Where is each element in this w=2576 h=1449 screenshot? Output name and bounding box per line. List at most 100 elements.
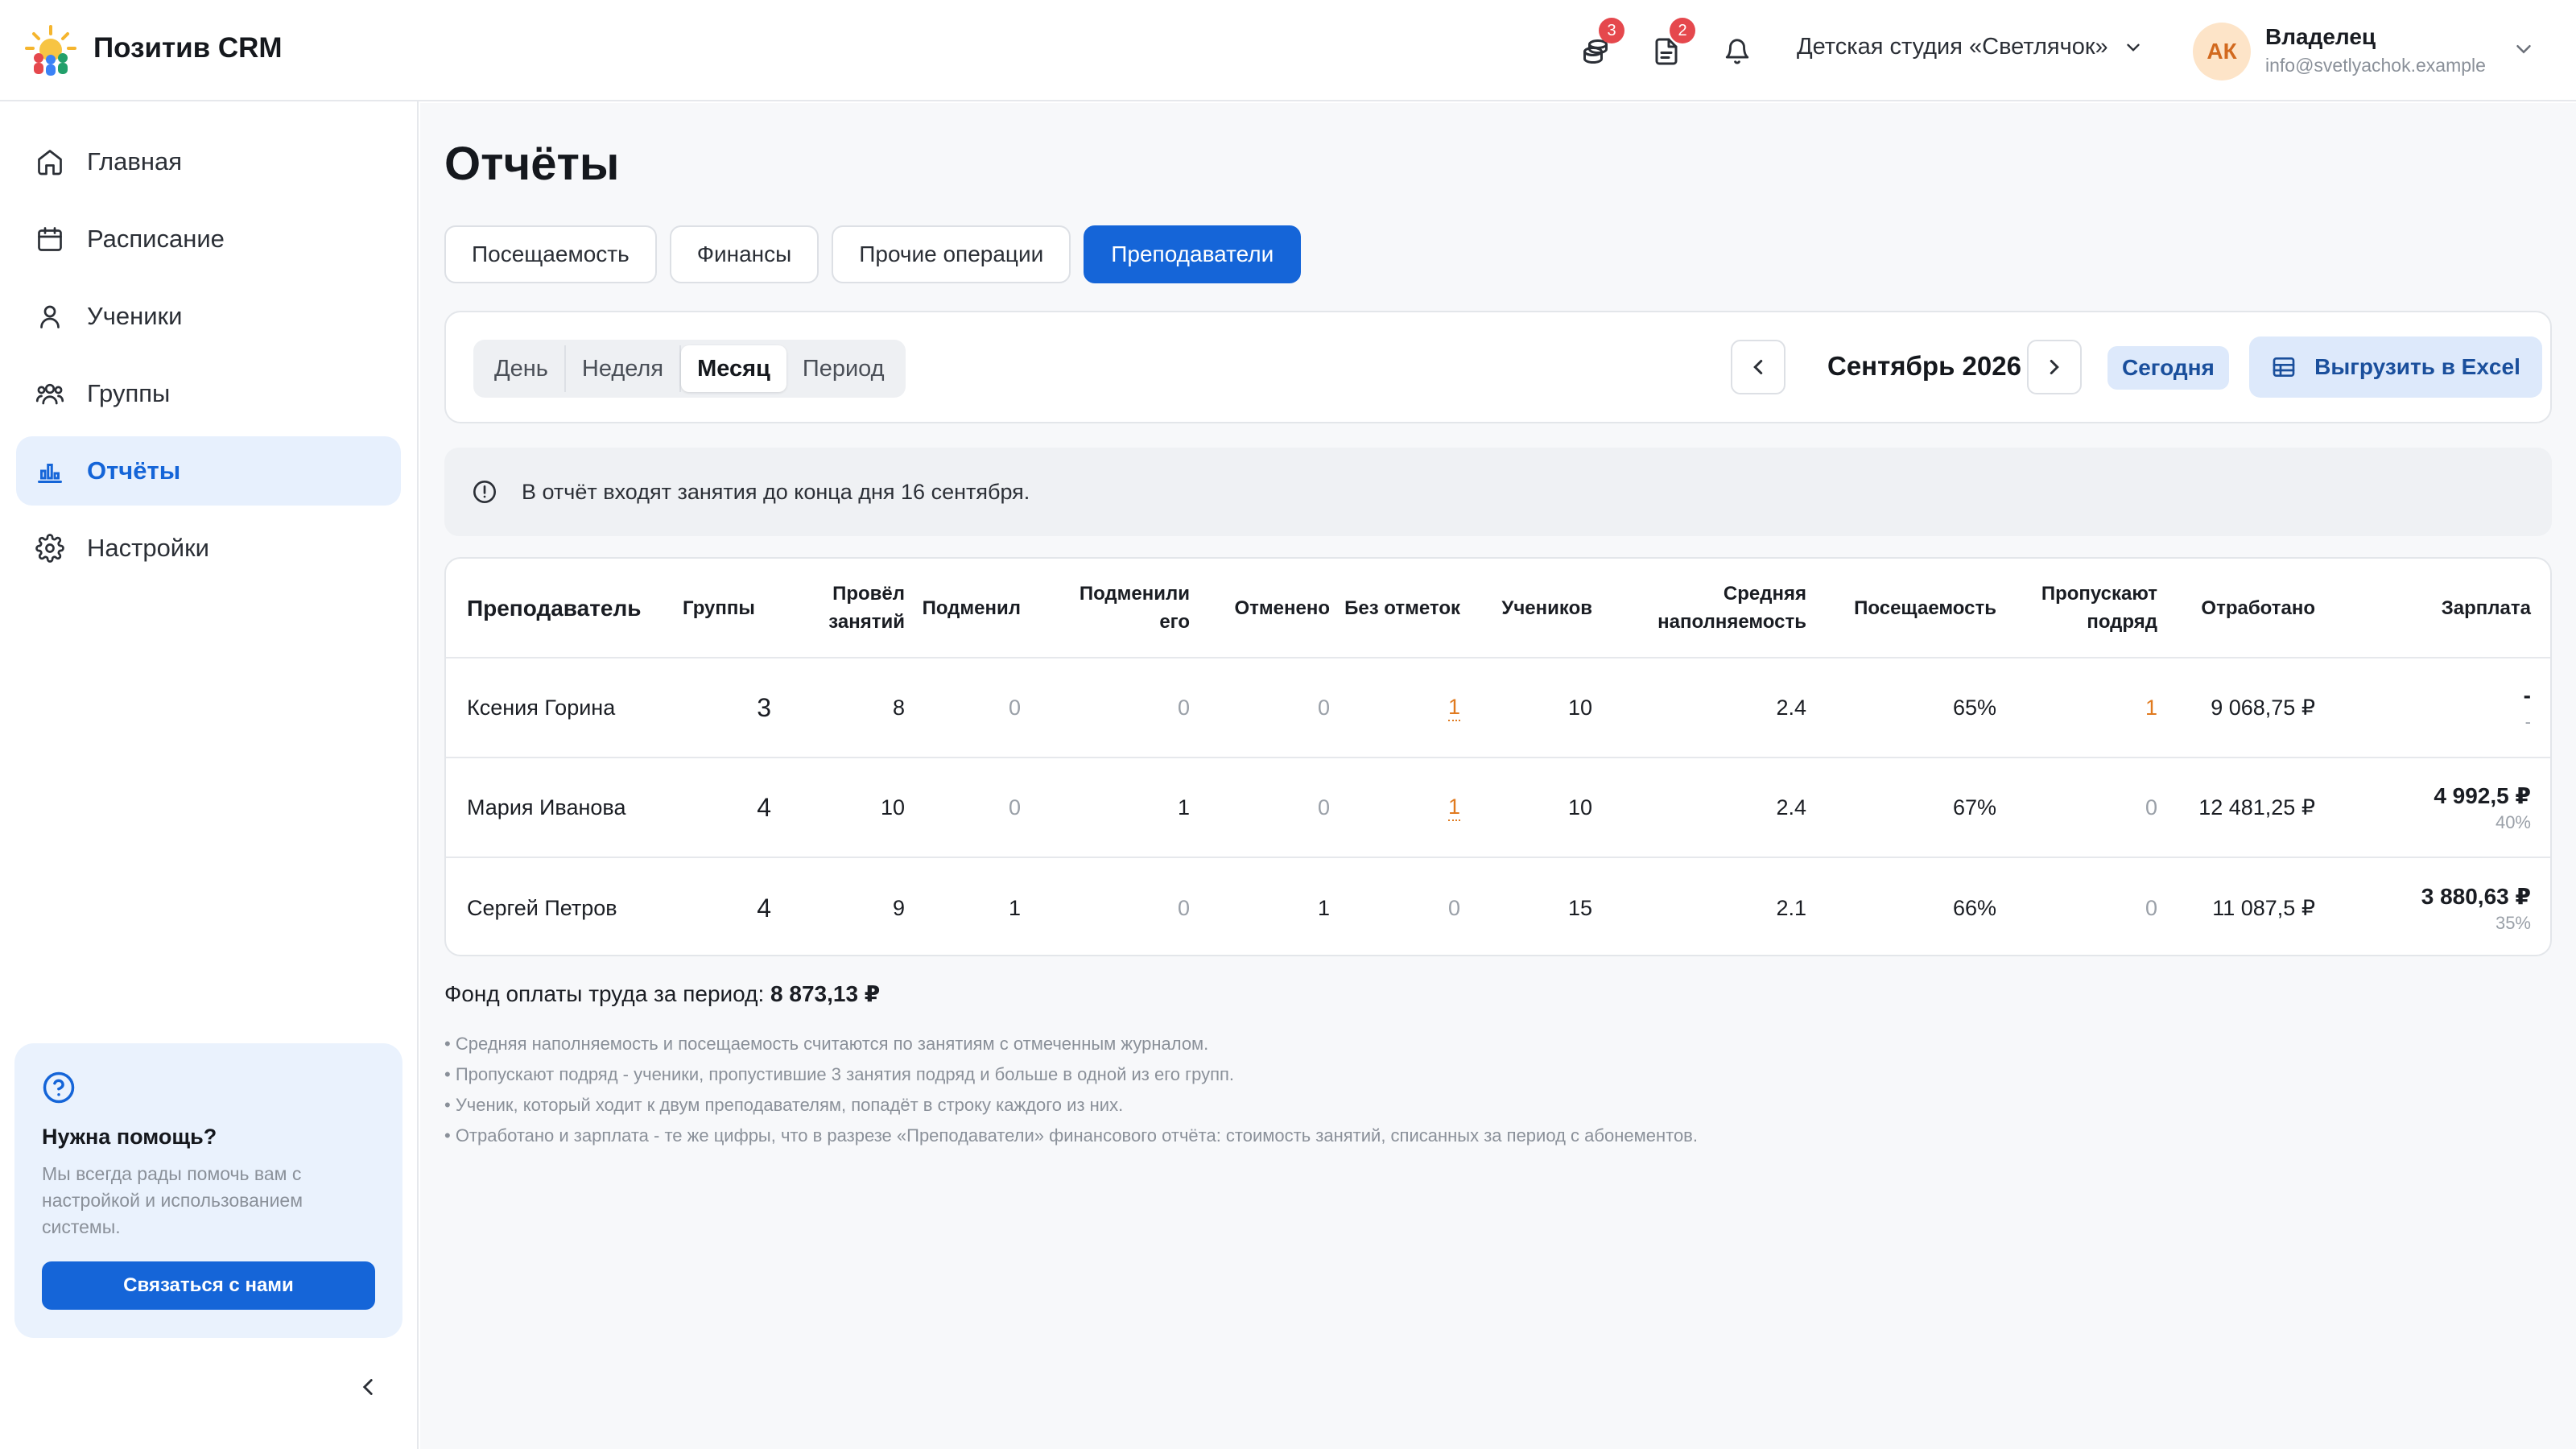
- avg-fill-value: 2.4: [1776, 795, 1806, 819]
- chart-icon: [38, 464, 62, 483]
- studio-selector[interactable]: Детская студия «Светлячок»: [1797, 34, 2144, 60]
- sidebar-item-home[interactable]: Главная: [16, 127, 401, 196]
- user-email: info@svetlyachok.example: [2265, 55, 2486, 76]
- held-count: 9: [892, 895, 905, 920]
- sidebar-item-label: Ученики: [87, 302, 183, 330]
- user-name: Владелец: [2265, 24, 2376, 49]
- attendance-value: 65%: [1952, 695, 1996, 720]
- bell-icon: [1725, 39, 1749, 64]
- next-month-button[interactable]: [2027, 340, 2082, 394]
- export-excel-button[interactable]: Выгрузить в Excel: [2249, 336, 2542, 398]
- finance-button[interactable]: 3: [1576, 18, 1624, 71]
- sidebar-item-reports[interactable]: Отчёты: [16, 436, 401, 506]
- collapse-sidebar-icon[interactable]: [354, 1373, 382, 1401]
- col-held[interactable]: Провёл занятий: [792, 559, 905, 657]
- period-day[interactable]: День: [478, 345, 566, 392]
- avatar[interactable]: АК: [2193, 23, 2251, 80]
- help-card: Нужна помощь? Мы всегда рады помочь вам …: [14, 1043, 402, 1338]
- period-switcher: День Неделя Месяц Период: [473, 340, 906, 398]
- chevron-down-icon: [2126, 43, 2140, 52]
- skip-row-count: 0: [2145, 895, 2157, 920]
- avg-fill-value: 2.4: [1776, 695, 1806, 720]
- col-students[interactable]: Учеников: [1470, 559, 1592, 657]
- col-substituted[interactable]: Подменил: [919, 559, 1021, 657]
- col-groups[interactable]: Группы: [683, 559, 771, 657]
- sidebar-item-label: Главная: [87, 147, 182, 175]
- footnote: • Отработано и зарплата - те же цифры, ч…: [444, 1125, 1698, 1146]
- students-count: 10: [1567, 795, 1592, 819]
- salary-cell: - -: [2338, 658, 2531, 757]
- groups-count: 4: [757, 792, 771, 822]
- no-marks-cell: 1: [1331, 658, 1460, 757]
- students-count: 10: [1567, 695, 1592, 720]
- was-substituted-count: 0: [1177, 895, 1190, 920]
- help-text: Мы всегда рады помочь вам с настройкой и…: [42, 1163, 303, 1237]
- page-title: Отчёты: [444, 138, 620, 190]
- skip-row-count: 0: [2145, 795, 2157, 819]
- period-custom[interactable]: Период: [786, 345, 901, 392]
- salary-cell: 4 992,5 ₽ 40%: [2338, 758, 2531, 857]
- no-marks-link[interactable]: 1: [1447, 795, 1460, 821]
- report-tabs: Посещаемость Финансы Прочие операции Пре…: [444, 225, 1302, 283]
- info-notice: В отчёт входят занятия до конца дня 16 с…: [444, 448, 2552, 536]
- table-icon: [2273, 357, 2295, 377]
- skip-row-count[interactable]: 1: [2008, 658, 2157, 757]
- sidebar-item-schedule[interactable]: Расписание: [16, 204, 401, 274]
- notice-text: В отчёт входят занятия до конца дня 16 с…: [522, 479, 1030, 504]
- app-name: Позитив CRM: [93, 32, 283, 64]
- notifications-button[interactable]: [1718, 32, 1757, 71]
- tab-other-operations[interactable]: Прочие операции: [832, 225, 1071, 283]
- salary-percent: 35%: [2495, 912, 2531, 933]
- col-avg-fill[interactable]: Средняя наполняемость: [1597, 559, 1806, 657]
- col-no-marks[interactable]: Без отметок: [1331, 559, 1460, 657]
- contact-us-button[interactable]: Связаться с нами: [42, 1261, 375, 1310]
- salary-percent: -: [2524, 712, 2531, 732]
- period-week[interactable]: Неделя: [566, 345, 682, 392]
- teacher-name[interactable]: Сергей Петров: [467, 858, 676, 955]
- tab-finance[interactable]: Финансы: [669, 225, 819, 283]
- sidebar-item-settings[interactable]: Настройки: [16, 514, 401, 583]
- period-month[interactable]: Месяц: [681, 345, 786, 392]
- no-marks-link[interactable]: 1: [1447, 695, 1460, 721]
- worked-value: 9 068,75 ₽: [2211, 695, 2315, 720]
- tab-teachers[interactable]: Преподаватели: [1084, 225, 1302, 283]
- chevron-left-icon: [1753, 360, 1763, 374]
- sidebar-item-label: Отчёты: [87, 456, 181, 485]
- table-row[interactable]: Мария Иванова 4 10 0 1 0 1 10 2.4 67% 0 …: [446, 758, 2550, 858]
- help-icon: [43, 1071, 75, 1104]
- user-icon: [40, 305, 60, 328]
- user-menu-chevron-icon[interactable]: [2512, 37, 2536, 61]
- col-teacher[interactable]: Преподаватель: [467, 559, 652, 657]
- sidebar-item-label: Группы: [87, 379, 171, 407]
- col-was-substituted[interactable]: Подменили его: [1069, 559, 1190, 657]
- documents-button[interactable]: 2: [1647, 18, 1695, 71]
- report-toolbar: День Неделя Месяц Период Сентябрь 2026 С…: [444, 311, 2552, 423]
- salary-cell: 3 880,63 ₽ 35%: [2338, 858, 2531, 955]
- footnote: • Пропускают подряд - ученики, пропустив…: [444, 1064, 1235, 1084]
- calendar-icon: [38, 227, 62, 251]
- top-header: Позитив CRM 3 2 Детская студия «Светлячо…: [0, 0, 2576, 101]
- col-skip-row[interactable]: Пропускают подряд: [2008, 559, 2157, 657]
- payroll-fund: Фонд оплаты труда за период: 8 873,13 ₽: [444, 980, 880, 1007]
- no-marks-cell: 1: [1331, 758, 1460, 857]
- col-salary[interactable]: Зарплата: [2338, 559, 2531, 657]
- teacher-name[interactable]: Мария Иванова: [467, 758, 676, 857]
- held-count: 10: [880, 795, 905, 819]
- col-attendance[interactable]: Посещаемость: [1814, 559, 1996, 657]
- payroll-fund-value: 8 873,13 ₽: [770, 981, 881, 1006]
- attendance-value: 67%: [1952, 795, 1996, 819]
- sidebar-item-groups[interactable]: Группы: [16, 359, 401, 428]
- was-substituted-count: 0: [1177, 695, 1190, 720]
- table-row[interactable]: Сергей Петров 4 9 1 0 1 0 15 2.1 66% 0 1…: [446, 858, 2550, 955]
- tab-attendance[interactable]: Посещаемость: [444, 225, 657, 283]
- sidebar-item-students[interactable]: Ученики: [16, 282, 401, 351]
- payroll-fund-label: Фонд оплаты труда за период:: [444, 981, 765, 1006]
- salary-value: 3 880,63 ₽: [2421, 883, 2531, 909]
- prev-month-button[interactable]: [1731, 340, 1785, 394]
- today-button[interactable]: Сегодня: [2107, 346, 2229, 390]
- col-cancelled[interactable]: Отменено: [1204, 559, 1330, 657]
- documents-badge: 2: [1670, 18, 1695, 43]
- table-row[interactable]: Ксения Горина 3 8 0 0 0 1 10 2.4 65% 1 9…: [446, 658, 2550, 758]
- teacher-name[interactable]: Ксения Горина: [467, 658, 676, 757]
- col-worked[interactable]: Отработано: [2174, 559, 2315, 657]
